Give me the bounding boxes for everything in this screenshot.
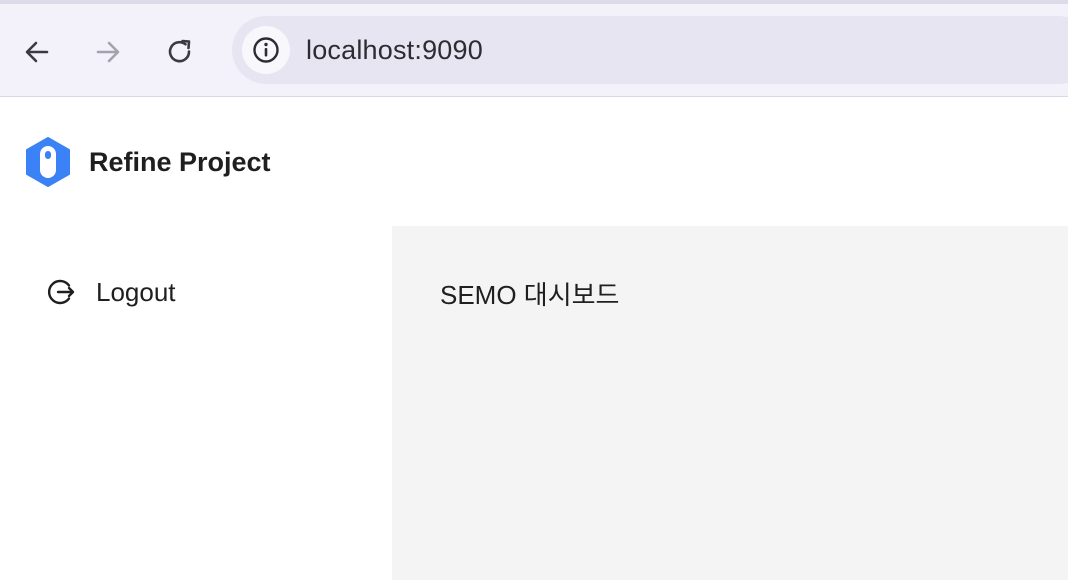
browser-toolbar: localhost:9090 [0,0,1068,97]
sidebar: Logout [0,226,392,580]
page-title: SEMO 대시보드 [440,280,620,310]
back-button[interactable] [19,34,55,70]
main-content: SEMO 대시보드 [392,226,1068,580]
address-bar[interactable]: localhost:9090 [232,16,1068,84]
site-info-button[interactable] [242,26,290,74]
app-header: Refine Project [0,97,1068,226]
info-icon [253,37,279,63]
sidebar-item-label: Logout [96,277,176,307]
sidebar-item-logout[interactable]: Logout [45,272,176,312]
refine-logo-icon[interactable] [23,137,73,187]
forward-button[interactable] [90,34,126,70]
reload-button[interactable] [162,34,198,70]
logout-icon [47,279,75,305]
url-text[interactable]: localhost:9090 [306,34,483,66]
reload-icon [168,39,191,63]
arrow-left-icon [25,41,49,63]
project-title[interactable]: Refine Project [89,146,271,178]
arrow-right-icon [96,41,120,63]
